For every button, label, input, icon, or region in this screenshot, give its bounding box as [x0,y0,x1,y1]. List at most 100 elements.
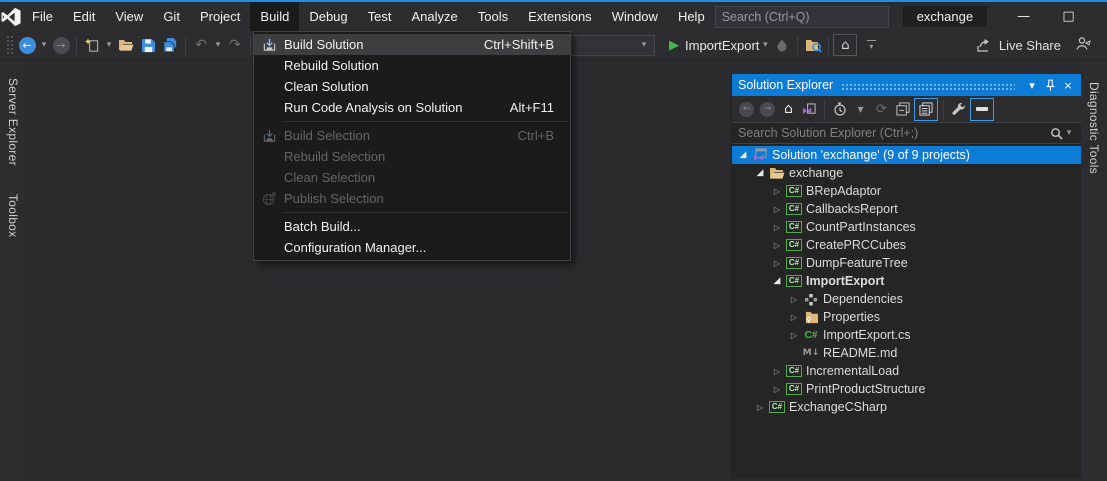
start-debug-caret-icon[interactable]: ▾ [759,32,771,58]
tool-tab-toolbox[interactable]: Toolbox [6,184,20,247]
expander-expanded-icon[interactable]: ◢ [753,168,767,178]
configuration-combobox[interactable]: ▾ [563,35,655,56]
undo-caret-icon[interactable]: ▾ [212,32,224,58]
save-button[interactable] [137,32,159,58]
menu-git[interactable]: Git [153,2,190,31]
menu-item-configuration-manager[interactable]: Configuration Manager... [254,237,570,258]
send-feedback-button[interactable] [1075,36,1091,54]
menu-item-build-solution[interactable]: Build SolutionCtrl+Shift+B [254,34,570,55]
menu-item-clean-solution[interactable]: Clean Solution [254,76,570,97]
solution-explorer-search[interactable]: ▾ [732,123,1081,144]
se-pending-changes-filter-button[interactable] [829,97,850,121]
tool-tab-diagnostic-tools[interactable]: Diagnostic Tools [1087,72,1101,184]
filter-caret-icon[interactable]: ▾ [850,97,871,121]
navigate-forward-button[interactable]: → [50,32,72,58]
expander-collapsed-icon[interactable]: ▷ [787,295,801,304]
menu-window[interactable]: Window [602,2,668,31]
csproj-icon: C# [784,203,804,215]
solution-explorer-header[interactable]: Solution Explorer ▾ × [732,74,1081,96]
hot-reload-button[interactable] [771,32,793,58]
menu-item-run-code-analysis-on-solution[interactable]: Run Code Analysis on SolutionAlt+F11 [254,97,570,118]
menu-edit[interactable]: Edit [63,2,105,31]
expander-collapsed-icon[interactable]: ▷ [770,259,784,268]
start-debug-play-icon[interactable]: ▶ [669,38,679,53]
menu-analyze[interactable]: Analyze [401,2,467,31]
quick-search-box[interactable] [715,6,889,28]
menu-tools[interactable]: Tools [468,2,518,31]
tree-item-properties[interactable]: ▷Properties [732,308,1081,326]
expander-collapsed-icon[interactable]: ▷ [770,241,784,250]
se-forward-button[interactable]: → [757,97,778,121]
menu-view[interactable]: View [105,2,153,31]
search-caret-icon[interactable]: ▾ [1063,120,1075,146]
live-share-label: Live Share [999,38,1061,53]
se-collapse-all-button[interactable] [892,97,913,121]
expander-collapsed-icon[interactable]: ▷ [770,187,784,196]
solution-explorer-panel: Solution Explorer ▾ × ← → ⌂ [731,74,1081,479]
web-browser-button[interactable]: ⌂ [833,34,857,56]
close-panel-icon[interactable]: × [1059,79,1077,92]
tree-item-createprccubes[interactable]: ▷C#CreatePRCCubes [732,236,1081,254]
tree-item-dependencies[interactable]: ▷Dependencies [732,290,1081,308]
expander-collapsed-icon[interactable]: ▷ [770,385,784,394]
se-search-input[interactable] [738,126,1050,140]
new-project-caret-icon[interactable]: ▾ [103,32,115,58]
window-position-caret-icon[interactable]: ▾ [1023,79,1041,92]
menu-test[interactable]: Test [358,2,402,31]
se-back-button[interactable]: ← [736,97,757,121]
tree-item-incrementalload[interactable]: ▷C#IncrementalLoad [732,362,1081,380]
menu-extensions[interactable]: Extensions [518,2,602,31]
tool-tab-server-explorer[interactable]: Server Explorer [6,68,20,176]
tree-item-exchangecsharp[interactable]: ▷C#ExchangeCSharp [732,398,1081,416]
expander-expanded-icon[interactable]: ◢ [770,276,784,286]
menu-help[interactable]: Help [668,2,715,31]
expander-collapsed-icon[interactable]: ▷ [787,313,801,322]
se-show-all-files-toggle[interactable] [970,98,994,121]
expander-expanded-icon[interactable]: ◢ [736,150,750,160]
save-all-button[interactable] [159,32,181,58]
toolbar-overflow-button[interactable]: ▾ [863,40,879,51]
tree-item-solution-exchange-9-of-9-projects[interactable]: ◢Solution 'exchange' (9 of 9 projects) [732,146,1081,164]
tree-item-callbacksreport[interactable]: ▷C#CallbacksReport [732,200,1081,218]
se-preview-selected-toggle[interactable] [914,98,938,121]
live-share-button[interactable]: Live Share [976,38,1061,53]
navigate-back-button[interactable]: ← [16,32,38,58]
maximize-button[interactable]: □ [1046,2,1091,31]
menu-item-rebuild-solution[interactable]: Rebuild Solution [254,55,570,76]
tree-item-printproductstructure[interactable]: ▷C#PrintProductStructure [732,380,1081,398]
expander-collapsed-icon[interactable]: ▷ [770,367,784,376]
quick-search-input[interactable] [722,10,883,24]
se-switch-views-button[interactable] [799,97,820,121]
redo-button[interactable]: ↷ [224,32,246,58]
se-properties-button[interactable] [948,97,969,121]
menu-debug[interactable]: Debug [299,2,357,31]
find-in-files-button[interactable] [802,32,824,58]
tree-item-exchange[interactable]: ◢exchange [732,164,1081,182]
start-debug-target-label[interactable]: ImportExport [685,38,759,53]
open-file-button[interactable] [115,32,137,58]
minimize-button[interactable]: — [1001,2,1046,31]
combobox-caret-icon[interactable]: ▾ [638,32,650,58]
expander-collapsed-icon[interactable]: ▷ [770,223,784,232]
se-home-button[interactable]: ⌂ [778,97,799,121]
pin-icon[interactable] [1041,79,1059,92]
new-project-button[interactable] [81,32,103,58]
expander-collapsed-icon[interactable]: ▷ [787,331,801,340]
tree-item-importexport-cs[interactable]: ▷C#ImportExport.cs [732,326,1081,344]
menu-build[interactable]: Build [250,2,299,31]
undo-button[interactable]: ↶ [190,32,212,58]
expander-collapsed-icon[interactable]: ▷ [753,403,767,412]
tree-item-dumpfeaturetree[interactable]: ▷C#DumpFeatureTree [732,254,1081,272]
toolbar-drag-handle[interactable] [6,35,14,55]
menu-project[interactable]: Project [190,2,250,31]
close-button[interactable]: × [1091,2,1107,31]
se-sync-button[interactable]: ⟳ [871,97,892,121]
navigate-back-caret-icon[interactable]: ▾ [38,32,50,58]
menu-file[interactable]: File [22,2,63,31]
tree-item-readme-md[interactable]: M↓README.md [732,344,1081,362]
tree-item-brepadaptor[interactable]: ▷C#BRepAdaptor [732,182,1081,200]
tree-item-countpartinstances[interactable]: ▷C#CountPartInstances [732,218,1081,236]
tree-item-importexport[interactable]: ◢C#ImportExport [732,272,1081,290]
expander-collapsed-icon[interactable]: ▷ [770,205,784,214]
menu-item-batch-build[interactable]: Batch Build... [254,216,570,237]
